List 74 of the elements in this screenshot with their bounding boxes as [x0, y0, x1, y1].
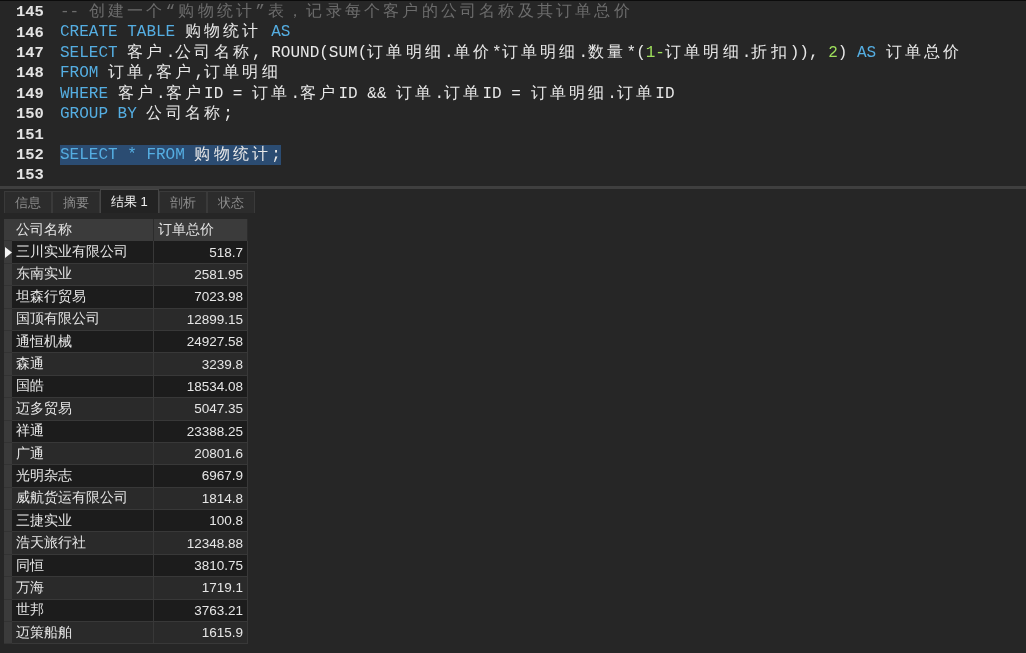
table-cell: 国皓 — [12, 375, 154, 399]
line-number: 150 — [16, 105, 45, 124]
table-cell: 浩天旅行社 — [12, 532, 154, 555]
result-tab[interactable]: 摘要 — [52, 191, 100, 213]
table-cell: 3763.21 — [154, 599, 248, 623]
table-cell: 5047.35 — [154, 398, 248, 421]
table-cell: 万海 — [12, 577, 154, 600]
line-number: 147 — [16, 43, 45, 62]
table-cell: 20801.6 — [154, 442, 248, 466]
table-cell: 18534.08 — [154, 375, 248, 399]
table-cell: 7023.98 — [154, 286, 248, 309]
row-header-cell[interactable] — [4, 263, 12, 287]
row-header-cell[interactable] — [4, 532, 12, 555]
line-number: 151 — [16, 125, 45, 144]
table-cell: 24927.58 — [154, 330, 248, 354]
result-tab[interactable]: 剖析 — [158, 191, 207, 213]
row-header-cell[interactable] — [4, 510, 12, 533]
table-cell: 祥通 — [12, 420, 154, 443]
table-cell: 12899.15 — [154, 308, 248, 331]
line-number: 149 — [16, 84, 45, 103]
table-cell: 世邦 — [12, 599, 154, 623]
row-header-cell[interactable] — [4, 353, 12, 376]
line-number: 152 — [16, 145, 45, 164]
row-header-cell[interactable] — [4, 554, 12, 578]
row-header-cell[interactable] — [4, 308, 12, 331]
row-header-cell[interactable] — [4, 622, 12, 645]
table-cell: 1615.9 — [154, 622, 248, 645]
table-cell: 三捷实业 — [12, 510, 154, 533]
code-line: CREATE TABLE 购物统计 AS — [60, 22, 291, 43]
row-header-cell[interactable] — [4, 420, 12, 443]
row-header-cell[interactable] — [4, 442, 12, 466]
table-cell: 光明杂志 — [12, 465, 154, 488]
result-tab[interactable]: 状态 — [206, 191, 255, 213]
line-number: 146 — [16, 23, 45, 42]
row-header-cell[interactable] — [4, 398, 12, 421]
line-number: 145 — [16, 3, 45, 22]
table-cell: 12348.88 — [154, 532, 248, 555]
table-cell: 通恒机械 — [12, 330, 154, 354]
row-header-cell[interactable] — [4, 375, 12, 399]
table-cell: 3810.75 — [154, 554, 248, 578]
table-cell: 森通 — [12, 353, 154, 376]
row-header-cell[interactable] — [4, 465, 12, 488]
table-cell: 同恒 — [12, 554, 154, 578]
corner-cell[interactable] — [4, 219, 12, 242]
table-cell: 23388.25 — [154, 420, 248, 443]
column-header[interactable]: 订单总价 — [154, 219, 248, 242]
table-cell: 广通 — [12, 442, 154, 466]
row-header-cell[interactable] — [4, 330, 12, 354]
result-tab[interactable]: 结果 1 — [100, 189, 159, 213]
code-line: SELECT 客户.公司名称, ROUND(SUM(订单明细.单价*订单明细.数量*(1-订单明细.折扣)), 2) AS 订单总价 — [60, 42, 963, 63]
table-cell: 1814.8 — [154, 487, 248, 511]
row-header-cell[interactable] — [4, 599, 12, 623]
line-number: 148 — [16, 64, 45, 83]
table-cell: 东南实业 — [12, 263, 154, 287]
table-cell: 1719.1 — [154, 577, 248, 600]
table-cell: 3239.8 — [154, 353, 248, 376]
table-cell: 迈多贸易 — [12, 398, 154, 421]
code-line: GROUP BY 公司名称; — [60, 103, 233, 125]
result-tab[interactable]: 信息 — [4, 191, 52, 213]
table-cell: 迈策船舶 — [12, 622, 154, 645]
table-cell: 6967.9 — [154, 465, 248, 488]
row-header-cell[interactable] — [4, 487, 12, 511]
row-header-cell[interactable] — [4, 286, 12, 309]
table-cell: 威航货运有限公司 — [12, 487, 154, 511]
column-header[interactable]: 公司名称 — [12, 219, 154, 242]
table-cell: 坦森行贸易 — [12, 286, 154, 309]
table-cell: 国顶有限公司 — [12, 308, 154, 331]
table-cell: 100.8 — [154, 510, 248, 533]
table-cell: 518.7 — [154, 241, 248, 264]
row-header-cell[interactable] — [4, 577, 12, 600]
table-cell: 2581.95 — [154, 263, 248, 287]
line-number: 153 — [16, 166, 45, 185]
table-cell: 三川实业有限公司 — [12, 241, 154, 264]
code-line: FROM 订单,客户,订单明细 — [60, 63, 281, 84]
